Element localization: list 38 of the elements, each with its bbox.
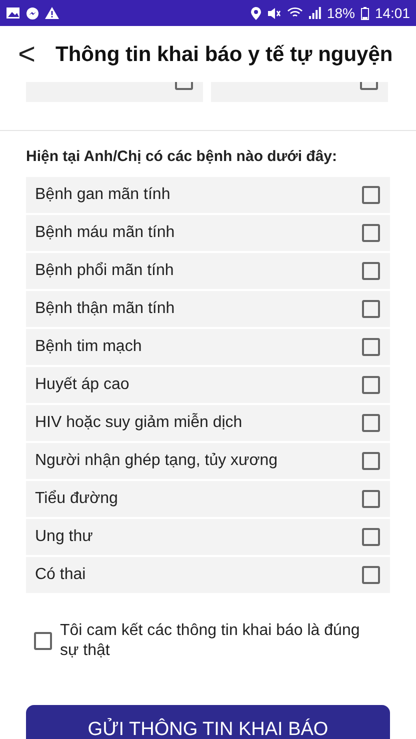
- condition-label: Tiểu đường: [35, 490, 118, 508]
- condition-option[interactable]: Bệnh thận mãn tính: [26, 291, 390, 327]
- page-title: Thông tin khai báo y tế tự nguyện: [56, 43, 393, 67]
- clock: 14:01: [374, 5, 410, 21]
- condition-option[interactable]: Có thai: [26, 557, 390, 593]
- condition-option[interactable]: Bệnh gan mãn tính: [26, 177, 390, 213]
- back-button[interactable]: <: [18, 40, 36, 70]
- location-icon: [250, 6, 261, 20]
- condition-label: HIV hoặc suy giảm miễn dịch: [35, 414, 242, 432]
- condition-label: Bệnh máu mãn tính: [35, 224, 175, 242]
- condition-label: Bệnh gan mãn tính: [35, 186, 170, 204]
- condition-label: Huyết áp cao: [35, 376, 130, 394]
- warning-icon: [45, 7, 59, 19]
- condition-option[interactable]: Bệnh tim mạch: [26, 329, 390, 365]
- condition-option[interactable]: Bệnh phổi mãn tính: [26, 253, 390, 289]
- submit-button[interactable]: GỬI THÔNG TIN KHAI BÁO: [26, 705, 390, 739]
- condition-label: Người nhận ghép tạng, tủy xương: [35, 452, 278, 470]
- wifi-icon: [286, 7, 303, 19]
- condition-label: Có thai: [35, 566, 86, 584]
- battery-percent: 18%: [326, 5, 355, 21]
- condition-label: Bệnh phổi mãn tính: [35, 262, 174, 280]
- condition-option[interactable]: Tiểu đường: [26, 481, 390, 517]
- question-label: Hiện tại Anh/Chị có các bệnh nào dưới đây:: [25, 147, 338, 167]
- signal-icon: [308, 7, 321, 19]
- commitment-label: Tôi cam kết các thông tin khai báo là đúng sự thật: [60, 621, 361, 661]
- checkbox[interactable]: [34, 632, 52, 650]
- condition-label: Bệnh tim mạch: [35, 338, 142, 356]
- mute-icon: [266, 6, 281, 20]
- messenger-icon: [26, 6, 39, 20]
- gallery-icon: [6, 7, 20, 19]
- condition-option[interactable]: Ung thư: [26, 519, 390, 555]
- condition-label: Ung thư: [35, 528, 93, 546]
- condition-label: Bệnh thận mãn tính: [35, 300, 175, 318]
- condition-option[interactable]: Người nhận ghép tạng, tủy xương: [26, 443, 390, 479]
- battery-icon: [360, 6, 369, 20]
- condition-option[interactable]: Huyết áp cao: [26, 367, 390, 403]
- condition-option[interactable]: HIV hoặc suy giảm miễn dịch: [26, 405, 390, 441]
- condition-option[interactable]: Bệnh máu mãn tính: [26, 215, 390, 251]
